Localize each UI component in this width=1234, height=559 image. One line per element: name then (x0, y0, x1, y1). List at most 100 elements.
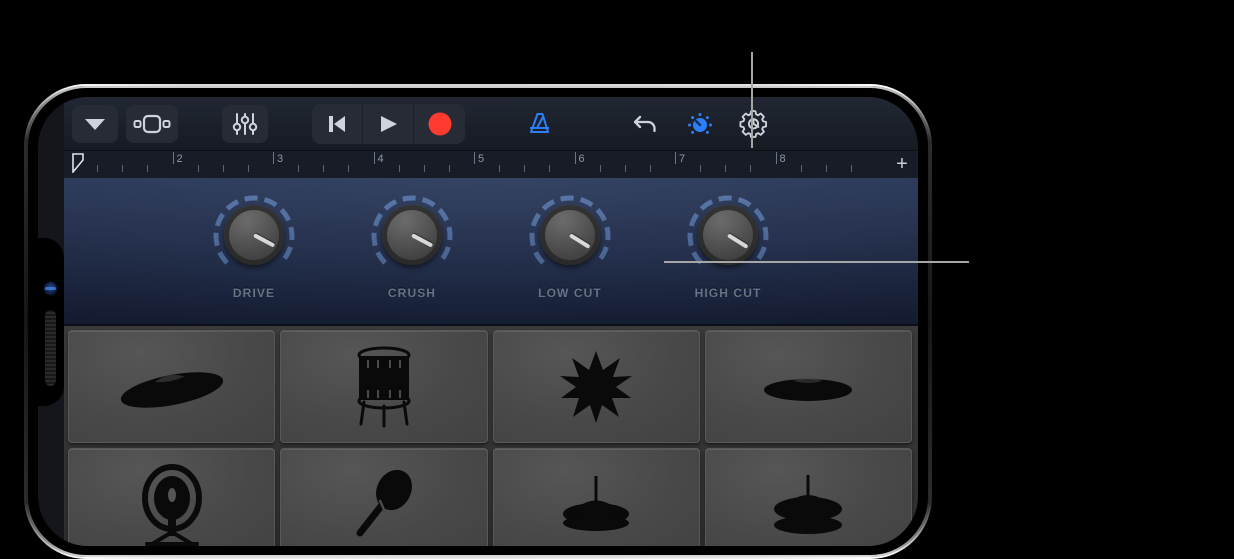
ruler-sub-tick (197, 165, 199, 172)
tracks-view-icon (133, 114, 171, 133)
play-button[interactable] (363, 103, 414, 144)
metronome-button[interactable] (517, 105, 563, 143)
knob-body (540, 205, 600, 265)
drum-pad-area (64, 326, 918, 546)
ruler-sub-tick (97, 165, 99, 172)
ruler-sub-tick (147, 165, 149, 172)
mixer-button[interactable] (222, 104, 268, 143)
knob-label: CRUSH (387, 286, 437, 300)
navigation-chevron-button[interactable] (72, 104, 118, 143)
drum-pad-grid (68, 330, 912, 546)
screenshot-root: 2 3 4 5 6 7 8 + DRIVE CRUSH LOW CUT HIGH CUT (0, 0, 1234, 559)
undo-button[interactable] (623, 105, 669, 143)
knob-control[interactable] (526, 192, 614, 280)
ruler-bar-number: 8 (779, 153, 786, 165)
ruler-bar-number: 3 (277, 153, 284, 165)
ruler-ticks: 2 3 4 5 6 7 8 (64, 151, 884, 178)
mixer-sliders-icon (232, 112, 258, 135)
knob-pointer (411, 233, 434, 248)
ruler-bar-tick (574, 152, 576, 164)
pad-ride-cymbal[interactable] (704, 330, 912, 443)
ruler-sub-tick (624, 165, 626, 172)
gong-icon (141, 463, 202, 546)
pad-gong[interactable] (68, 448, 276, 546)
ruler-sub-tick (725, 165, 727, 172)
ruler-bar-number: 7 (679, 153, 686, 165)
knob-control[interactable] (684, 192, 772, 280)
tracks-view-button[interactable] (126, 104, 178, 143)
fx-knobs-button[interactable] (677, 105, 723, 143)
knob-control[interactable] (368, 192, 456, 280)
ruler-sub-tick (750, 165, 752, 172)
settings-button[interactable] (731, 105, 777, 143)
floor-tom-drum-icon (357, 346, 411, 427)
ruler-sub-tick (122, 165, 124, 172)
hihat-open-icon (774, 474, 843, 534)
ruler-bar-tick (373, 152, 375, 164)
knob-pointer (568, 233, 591, 249)
ruler-sub-tick (649, 165, 651, 172)
knob-label: LOW CUT (538, 286, 602, 300)
knob-body (224, 205, 284, 265)
front-camera-icon (44, 281, 57, 295)
knob-body (382, 205, 442, 265)
fx-knob-panel: DRIVE CRUSH LOW CUT HIGH CUT (64, 178, 918, 326)
ruler-bar-number: 5 (478, 153, 485, 165)
gear-icon (739, 109, 767, 138)
callout-to-knob (664, 261, 969, 263)
pad-hihat-open[interactable] (704, 448, 912, 546)
playhead-marker[interactable] (72, 153, 85, 173)
ruler-sub-tick (323, 165, 325, 172)
knob-row: DRIVE CRUSH LOW CUT HIGH CUT (64, 192, 918, 300)
ruler-sub-tick (700, 165, 702, 172)
record-button[interactable] (414, 104, 465, 144)
maraca-icon (356, 469, 412, 536)
undo-arrow-icon (633, 115, 656, 132)
ruler-sub-tick (423, 165, 425, 172)
rewind-icon (329, 115, 345, 132)
pad-hihat-closed[interactable] (492, 448, 700, 546)
device-notch (38, 237, 64, 406)
knob-label: DRIVE (232, 286, 276, 300)
pad-floor-tom[interactable] (280, 330, 488, 443)
knob-pointer (253, 233, 276, 248)
pad-maraca[interactable] (280, 448, 488, 546)
chevron-down-icon (85, 118, 105, 130)
callout-to-fx-button (751, 52, 753, 148)
pad-crash-cymbal[interactable] (68, 330, 276, 443)
ruler-bar-tick (273, 152, 274, 164)
pad-splash[interactable] (492, 330, 700, 443)
ruler-sub-tick (348, 165, 350, 172)
knob-high-cut[interactable]: HIGH CUT (682, 192, 774, 300)
ruler-sub-tick (298, 165, 300, 172)
earpiece-speaker (45, 309, 56, 386)
ruler-bar-tick (172, 152, 174, 164)
rewind-button[interactable] (312, 103, 363, 144)
ruler-sub-tick (850, 165, 852, 172)
knob-low-cut[interactable]: LOW CUT (524, 192, 616, 300)
ruler-bar-tick (675, 152, 676, 164)
fx-knob-icon (688, 112, 712, 134)
knob-pointer (726, 233, 749, 249)
ruler-sub-tick (800, 165, 802, 172)
knob-control[interactable] (210, 192, 298, 280)
ruler-bar-number: 6 (578, 153, 585, 165)
ruler-bar-tick (775, 152, 777, 164)
knob-crush[interactable]: CRUSH (366, 192, 458, 300)
add-section-button[interactable]: + (892, 154, 912, 175)
starburst-splash-icon (560, 350, 633, 423)
app-toolbar (64, 97, 918, 151)
timeline-ruler[interactable]: 2 3 4 5 6 7 8 + (64, 151, 918, 178)
transport-controls (312, 103, 465, 144)
record-icon (428, 112, 451, 135)
knob-drive[interactable]: DRIVE (208, 192, 300, 300)
phone-frame: 2 3 4 5 6 7 8 + DRIVE CRUSH LOW CUT HIGH CUT (24, 84, 932, 559)
ruler-bar-number: 4 (377, 153, 384, 165)
ride-cymbal-icon (764, 376, 853, 401)
ruler-bar-number: 2 (176, 153, 183, 165)
hihat-closed-icon (563, 475, 630, 531)
metronome-icon (530, 112, 549, 133)
ruler-sub-tick (549, 165, 551, 172)
knob-body (698, 205, 758, 265)
phone-bezel: 2 3 4 5 6 7 8 + DRIVE CRUSH LOW CUT HIGH CUT (28, 88, 928, 555)
